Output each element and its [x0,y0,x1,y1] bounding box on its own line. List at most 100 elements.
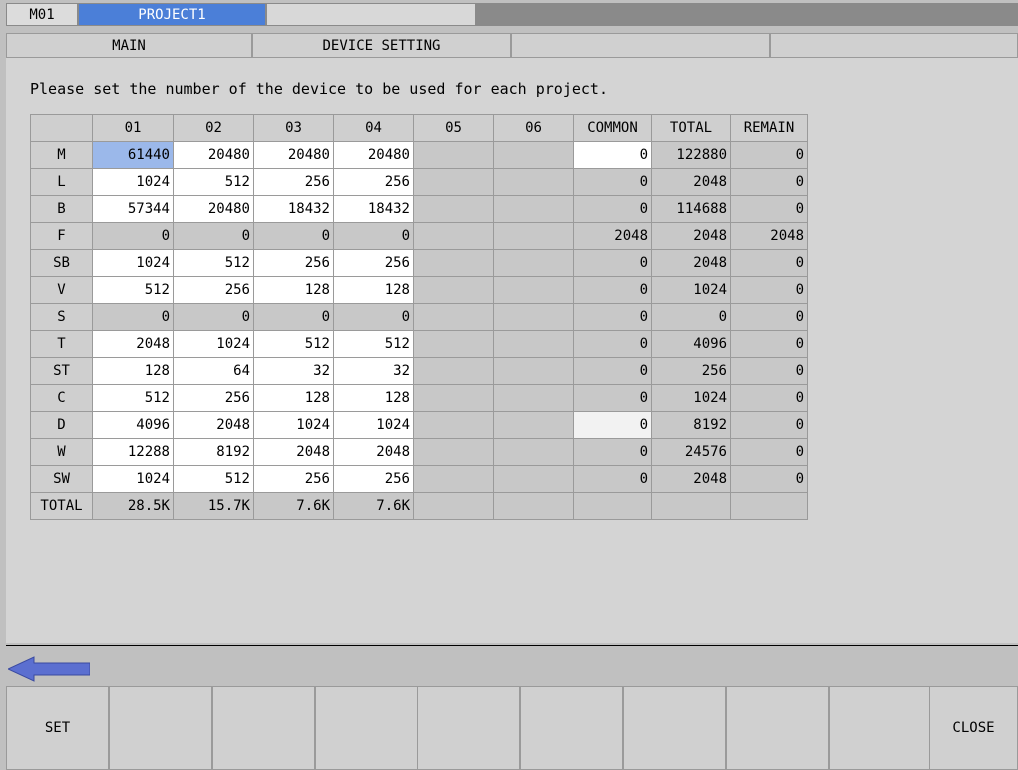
device-count-input[interactable]: 18432 [253,195,334,223]
device-count-input[interactable]: 128 [253,384,334,412]
device-count-input[interactable]: 12288 [92,438,174,466]
table-cell: 2048 [651,249,731,277]
device-count-input[interactable]: 256 [253,249,334,277]
device-table: 01 02 03 04 05 06 COMMON TOTAL REMAIN M 61440 20480… [30,114,808,520]
arrow-left-icon[interactable] [8,655,90,683]
device-count-input[interactable]: 1024 [173,330,254,358]
function-key-3[interactable] [212,686,315,770]
table-row: L 1024 512 256 256 0 2048 0 [30,168,808,196]
device-count-input[interactable]: 256 [333,249,414,277]
table-cell: 1024 [651,276,731,304]
set-button[interactable]: SET [6,686,109,770]
device-count-input[interactable]: 512 [333,330,414,358]
row-header: M [30,141,93,169]
table-cell: 2048 [651,465,731,493]
device-count-input[interactable]: 1024 [92,465,174,493]
tab-machine[interactable]: M01 [6,3,78,26]
device-count-input[interactable]: 256 [253,168,334,196]
table-cell [413,330,494,358]
device-count-input[interactable]: 256 [253,465,334,493]
nav-strip [6,646,1018,684]
function-key-8[interactable] [726,686,829,770]
function-key-9[interactable] [829,686,932,770]
device-count-input[interactable]: 256 [333,465,414,493]
device-count-input[interactable]: 1024 [92,168,174,196]
device-count-input[interactable]: 32 [333,357,414,385]
device-count-input[interactable]: 2048 [173,411,254,439]
device-count-input[interactable]: 128 [333,276,414,304]
device-count-input[interactable]: 128 [253,276,334,304]
device-count-input[interactable]: 64 [173,357,254,385]
device-count-input[interactable]: 128 [92,357,174,385]
instruction-text: Please set the number of the device to b… [30,80,608,98]
subtab-empty-1[interactable] [511,33,770,58]
device-count-input[interactable]: 1024 [333,411,414,439]
device-count-input[interactable]: 61440 [92,141,174,169]
tab-empty[interactable] [266,3,476,26]
function-key-2[interactable] [109,686,212,770]
device-count-input[interactable]: 2048 [92,330,174,358]
table-cell: 8192 [651,411,731,439]
function-key-4[interactable] [315,686,418,770]
device-count-input[interactable]: 256 [333,168,414,196]
device-count-input[interactable]: 18432 [333,195,414,223]
device-count-input[interactable]: 256 [173,384,254,412]
device-count-input[interactable]: 512 [173,465,254,493]
subtab-empty-2[interactable] [770,33,1018,58]
device-count-input[interactable]: 20480 [173,195,254,223]
device-count-input[interactable]: 20480 [253,141,334,169]
table-cell: 2048 [651,168,731,196]
table-cell [413,357,494,385]
row-header: ST [30,357,93,385]
device-count-input[interactable]: 57344 [92,195,174,223]
common-input[interactable]: 0 [573,141,652,169]
total-row-header: TOTAL [30,492,93,520]
table-cell: 114688 [651,195,731,223]
device-count-input[interactable]: 1024 [92,249,174,277]
device-count-input[interactable]: 20480 [333,141,414,169]
device-count-input[interactable]: 20480 [173,141,254,169]
device-count-input[interactable]: 128 [333,384,414,412]
total-cell: 7.6K [333,492,414,520]
device-count-input[interactable]: 512 [253,330,334,358]
common-input[interactable]: 0 [573,411,652,439]
table-cell [413,195,494,223]
column-header: 01 [92,114,174,142]
device-count-input[interactable]: 256 [173,276,254,304]
table-cell: 0 [730,141,808,169]
table-cell [493,222,574,250]
device-count-input[interactable]: 2048 [333,438,414,466]
function-key-5[interactable] [417,686,520,770]
table-cell: 122880 [651,141,731,169]
table-cell: 0 [333,222,414,250]
table-cell [493,168,574,196]
device-count-input[interactable]: 8192 [173,438,254,466]
function-key-7[interactable] [623,686,726,770]
close-button[interactable]: CLOSE [929,686,1018,770]
device-count-input[interactable]: 512 [92,384,174,412]
device-count-input[interactable]: 2048 [253,438,334,466]
table-cell [493,357,574,385]
table-cell [413,141,494,169]
total-cell [413,492,494,520]
table-row: V 512 256 128 128 0 1024 0 [30,276,808,304]
device-count-input[interactable]: 32 [253,357,334,385]
row-header: C [30,384,93,412]
column-header: REMAIN [730,114,808,142]
table-cell [413,303,494,331]
subtab-main[interactable]: MAIN [6,33,252,58]
device-count-input[interactable]: 512 [92,276,174,304]
device-count-input[interactable]: 1024 [253,411,334,439]
tab-project[interactable]: PROJECT1 [78,3,266,26]
device-count-input[interactable]: 512 [173,168,254,196]
total-cell [573,492,652,520]
table-cell: 0 [173,303,254,331]
table-cell [413,384,494,412]
table-cell: 0 [333,303,414,331]
subtab-device-setting[interactable]: DEVICE SETTING [252,33,511,58]
device-count-input[interactable]: 512 [173,249,254,277]
device-count-input[interactable]: 4096 [92,411,174,439]
function-key-6[interactable] [520,686,623,770]
table-row: ST 128 64 32 32 0 256 0 [30,357,808,385]
table-cell: 24576 [651,438,731,466]
